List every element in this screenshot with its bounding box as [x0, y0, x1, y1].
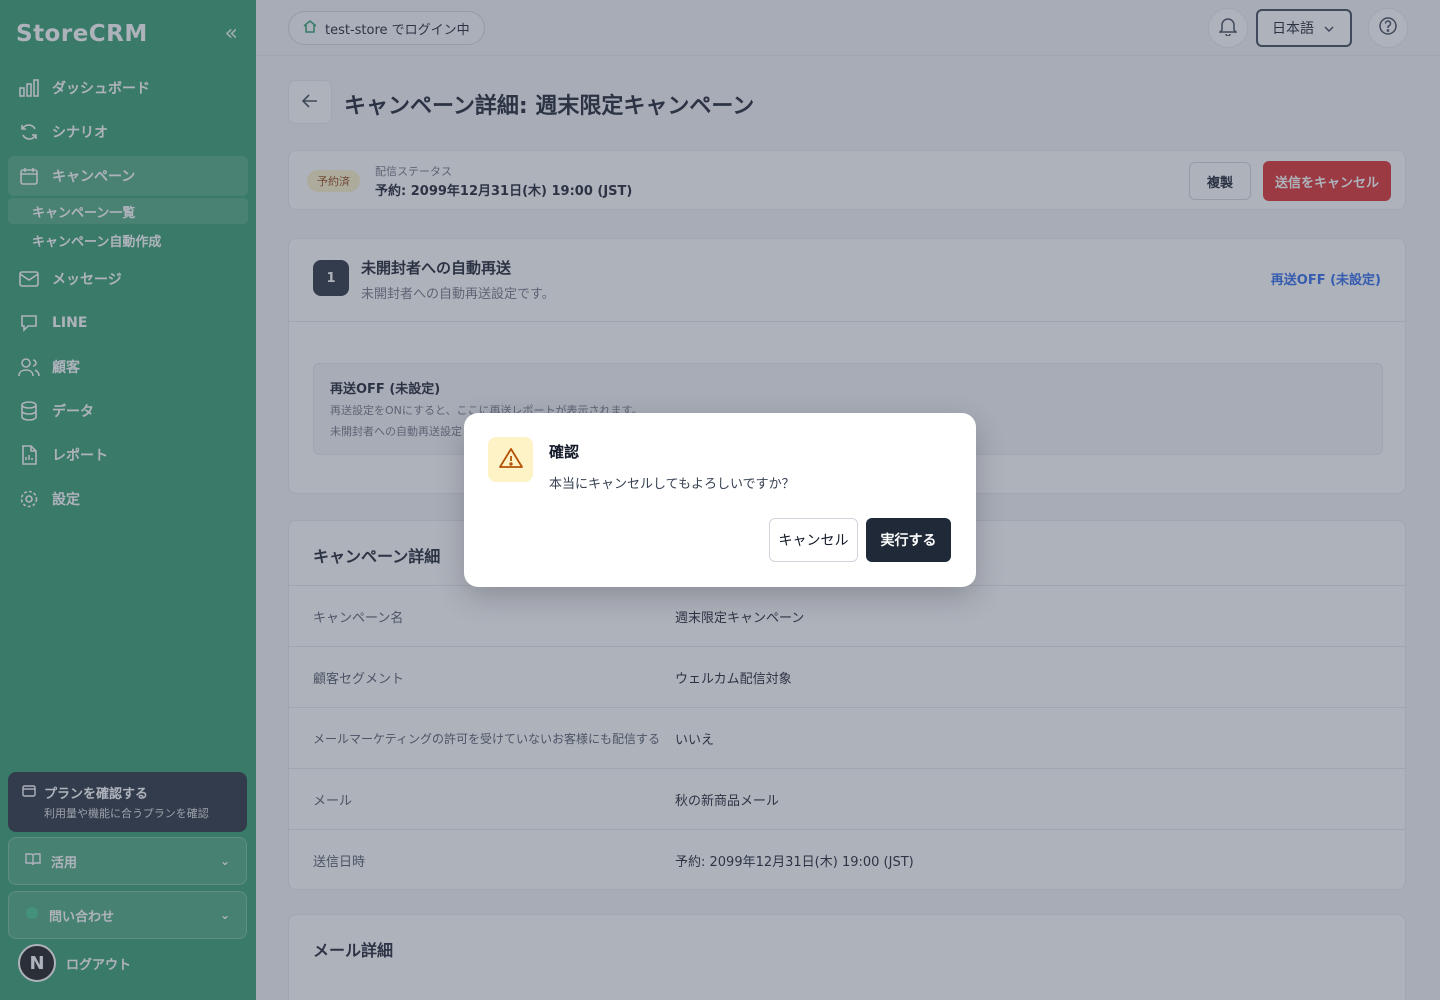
dialog-execute-button[interactable]: 実行する: [866, 518, 951, 562]
warning-icon: [498, 447, 523, 473]
confirm-dialog: 確認 本当にキャンセルしてもよろしいですか？ キャンセル 実行する: [464, 413, 976, 587]
warning-icon-wrap: [488, 437, 533, 482]
dialog-message: 本当にキャンセルしてもよろしいですか？: [549, 477, 795, 492]
dialog-cancel-button[interactable]: キャンセル: [769, 518, 858, 562]
dialog-title: 確認: [549, 443, 580, 461]
